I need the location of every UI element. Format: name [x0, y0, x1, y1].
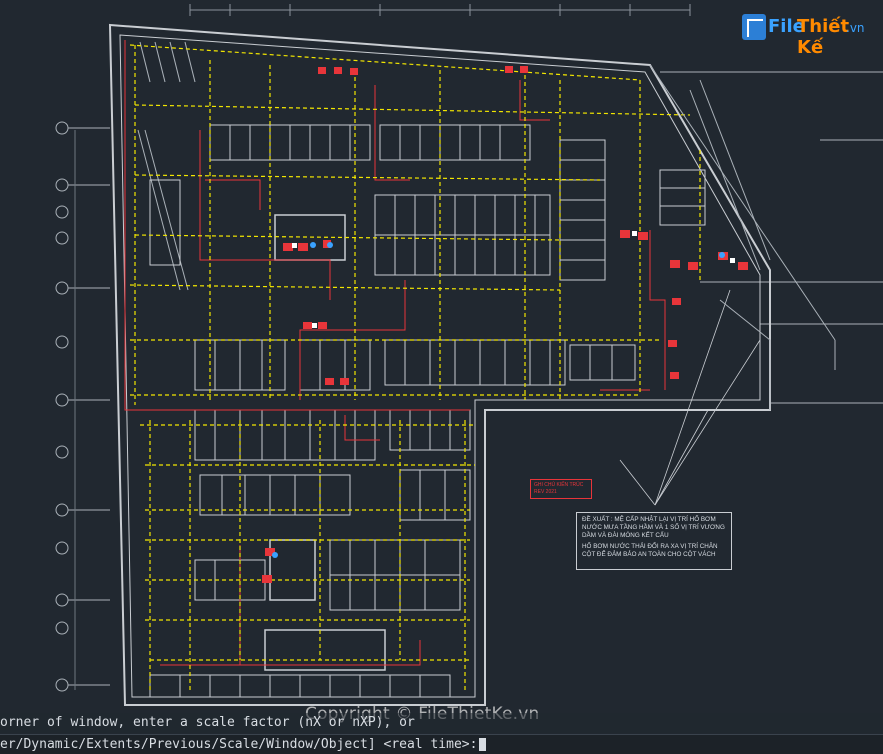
- right-axis-lines: [660, 71, 883, 404]
- command-prompt[interactable]: er/Dynamic/Extents/Previous/Scale/Window…: [0, 734, 883, 754]
- site-logo: File Thiết Kế .vn: [742, 12, 874, 58]
- drawing-canvas[interactable]: [0, 0, 883, 753]
- annotation-note: ĐỀ XUẤT : MỆ CẤP NHẬT LẠI VỊ TRÍ HỐ BƠM …: [576, 512, 732, 570]
- leader-lines: [619, 289, 761, 506]
- logo-badge-icon: [742, 14, 766, 40]
- annotation-line-2: HỐ BƠM NƯỚC THẢI ĐỔI RA XA VỊ TRÍ CHÂN C…: [582, 543, 718, 558]
- ramp-hatch: [137, 41, 771, 291]
- logo-text-domain: .vn: [846, 21, 865, 35]
- top-dimension-line: [189, 4, 691, 16]
- site-boundary: [649, 64, 836, 410]
- grid-axis-markers: [55, 121, 110, 692]
- red-note-line-1: GHI CHÚ KIẾN TRÚC: [534, 482, 584, 488]
- command-prompt-text: er/Dynamic/Extents/Previous/Scale/Window…: [0, 737, 478, 752]
- red-revision-note: GHI CHÚ KIẾN TRÚC REV 2021: [530, 479, 592, 499]
- circuit-lines: [124, 40, 666, 666]
- annotation-line-1: ĐỀ XUẤT : MỆ CẤP NHẬT LẠI VỊ TRÍ HỐ BƠM …: [582, 516, 725, 539]
- command-history: orner of window, enter a scale factor (n…: [0, 713, 883, 733]
- red-note-line-2: REV 2021: [534, 489, 557, 495]
- equipment-tags: [262, 66, 748, 583]
- command-line[interactable]: orner of window, enter a scale factor (n…: [0, 713, 883, 754]
- text-cursor: [479, 738, 487, 751]
